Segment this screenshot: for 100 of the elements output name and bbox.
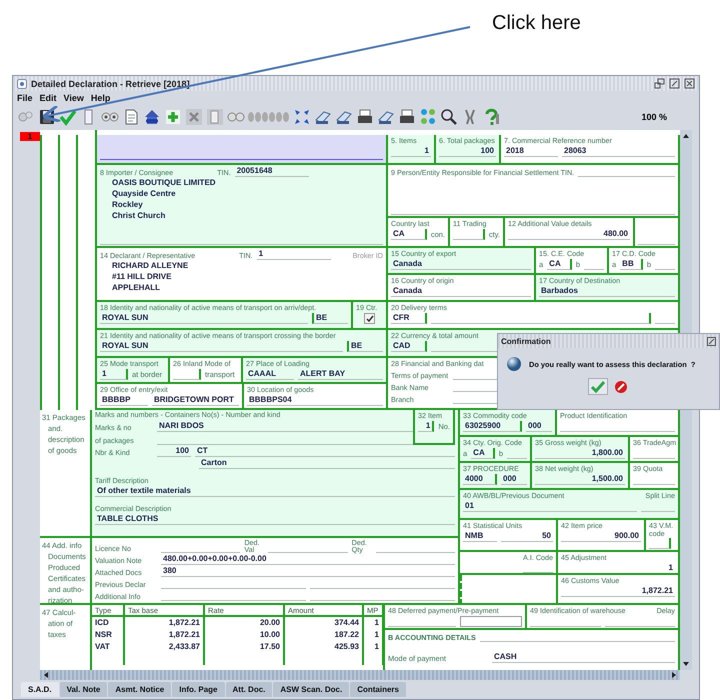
maximize-icon <box>669 78 680 89</box>
info-icon <box>506 356 522 372</box>
input-field[interactable]: Carton <box>199 458 455 469</box>
left-arrow-icon <box>42 671 50 679</box>
input-field[interactable]: BB <box>620 259 643 270</box>
input-field[interactable]: 100 <box>439 146 496 157</box>
input-field[interactable]: 480.00 <box>508 229 630 240</box>
table-cell: 374.44 <box>285 617 364 629</box>
input-field[interactable]: CAAAL <box>246 369 294 380</box>
input-field[interactable]: 380 <box>161 566 455 577</box>
input-field[interactable]: NMB <box>463 531 497 542</box>
input-field[interactable]: 1,872.21 <box>561 586 675 597</box>
input-field[interactable]: BE <box>347 341 383 352</box>
tab[interactable]: S.A.D. <box>21 682 59 697</box>
table-cell: NSR <box>92 629 125 641</box>
input-field[interactable]: Barbados <box>539 286 675 297</box>
input-field[interactable]: 000 <box>501 474 527 485</box>
input-field[interactable]: 28063 <box>562 146 675 157</box>
table-cell: 10.00 <box>205 629 285 641</box>
input-field[interactable]: 63025900 <box>463 421 522 432</box>
input-field[interactable]: BBBBPS04 <box>247 395 383 406</box>
input-field[interactable]: 50 <box>501 531 553 542</box>
input-field[interactable]: 4000 <box>463 474 497 485</box>
window-title: Detailed Declaration - Retrieve [2018] <box>31 78 190 88</box>
tab[interactable]: Asmt. Notice <box>108 682 172 697</box>
input-field[interactable]: BRIDGETOWN PORT <box>152 395 239 406</box>
input-field[interactable]: 2018 <box>504 146 558 157</box>
address-line: #11 HILL DRIVE <box>111 272 172 282</box>
table-cell: VAT <box>92 641 125 653</box>
input-field[interactable]: 1 <box>256 249 331 260</box>
input-field[interactable]: 01 <box>463 501 637 512</box>
address-line: OASIS BOUTIQUE LIMITED <box>111 178 217 188</box>
tab[interactable]: Att. Doc. <box>226 682 272 697</box>
input-field[interactable]: 1 <box>418 421 434 432</box>
input-field[interactable]: BE <box>312 313 348 324</box>
address-line: Quayside Centre <box>111 189 177 199</box>
input-field[interactable]: CA <box>547 259 572 270</box>
tab[interactable]: ASW Scan. Doc. <box>273 682 350 697</box>
input-field[interactable]: Of other textile materials <box>95 486 455 497</box>
dialog-title: Confirmation <box>501 336 551 346</box>
tab[interactable]: Containers <box>350 682 406 697</box>
input-field[interactable]: ROYAL SUN <box>100 313 308 324</box>
input-field[interactable] <box>431 313 651 324</box>
house-icon <box>143 108 161 126</box>
tab[interactable]: Info. Page <box>172 682 224 697</box>
input-field[interactable]: 1 <box>100 369 128 380</box>
input-field[interactable]: CT <box>195 446 455 457</box>
input-field[interactable]: 1,500.00 <box>535 474 625 485</box>
ok-button[interactable] <box>588 378 608 395</box>
input-field[interactable] <box>453 229 485 240</box>
input-field[interactable]: NARI BDOS <box>157 421 413 432</box>
up-arrow-icon <box>682 132 690 140</box>
app-icon <box>17 78 27 88</box>
input-field[interactable]: 900.00 <box>561 531 641 542</box>
tab[interactable]: Val. Note <box>60 682 108 697</box>
input-field[interactable]: BBBBP <box>100 395 148 406</box>
table-cell: 17.50 <box>205 641 285 653</box>
callout-text: Click here <box>492 12 581 35</box>
menu-item[interactable]: View <box>64 92 84 102</box>
table-cell: 1,872.21 <box>125 617 205 629</box>
input-field[interactable] <box>173 369 201 380</box>
input-field[interactable]: 000 <box>526 421 552 432</box>
input-field[interactable]: CA <box>391 229 427 240</box>
menu-item[interactable]: Edit <box>40 92 57 102</box>
checkmark-icon <box>59 108 77 126</box>
menu-item[interactable]: Help <box>90 92 110 102</box>
input-field[interactable]: TABLE CLOTHS <box>95 514 455 525</box>
input-field[interactable] <box>649 538 671 549</box>
printer-icon <box>356 108 374 126</box>
input-field[interactable]: 1 <box>561 563 675 573</box>
expand-icon <box>293 108 311 126</box>
input-field[interactable]: 1 <box>391 146 431 157</box>
input-field[interactable] <box>460 616 522 627</box>
input-field[interactable]: CFR <box>391 313 427 324</box>
address-line: APPLEHALL <box>111 283 161 293</box>
item-badge: 1 <box>20 132 40 141</box>
input-field[interactable]: Canada <box>391 259 531 270</box>
maximize-icon <box>707 336 716 346</box>
menu-item[interactable]: File <box>17 92 33 102</box>
plus-icon <box>164 108 182 126</box>
address-line: RICHARD ALLEYNE <box>111 261 190 271</box>
input-field[interactable]: CAD <box>391 341 427 352</box>
restore-icon <box>654 78 665 89</box>
input-field[interactable]: CA <box>471 448 495 459</box>
input-field[interactable]: Canada <box>391 286 531 297</box>
dots-icon <box>419 108 437 126</box>
input-field[interactable]: CASH <box>492 652 675 663</box>
input-field[interactable]: 1,800.00 <box>535 448 625 459</box>
close-icon <box>684 78 695 89</box>
search-icon <box>440 108 458 126</box>
input-field[interactable]: ALERT BAY <box>298 369 383 380</box>
input-field[interactable]: 100 <box>157 446 191 457</box>
input-field[interactable]: 20051648 <box>234 166 309 177</box>
table-cell: ICD <box>92 617 125 629</box>
checkbox[interactable] <box>364 313 375 324</box>
table-cell: 20.00 <box>205 617 285 629</box>
input-field[interactable]: 480.00+0.00+0.00+0.00-0.00 <box>161 554 455 565</box>
table-cell: 425.93 <box>285 641 364 653</box>
input-field[interactable]: ROYAL SUN <box>100 341 343 352</box>
down-arrow-icon <box>682 660 690 668</box>
